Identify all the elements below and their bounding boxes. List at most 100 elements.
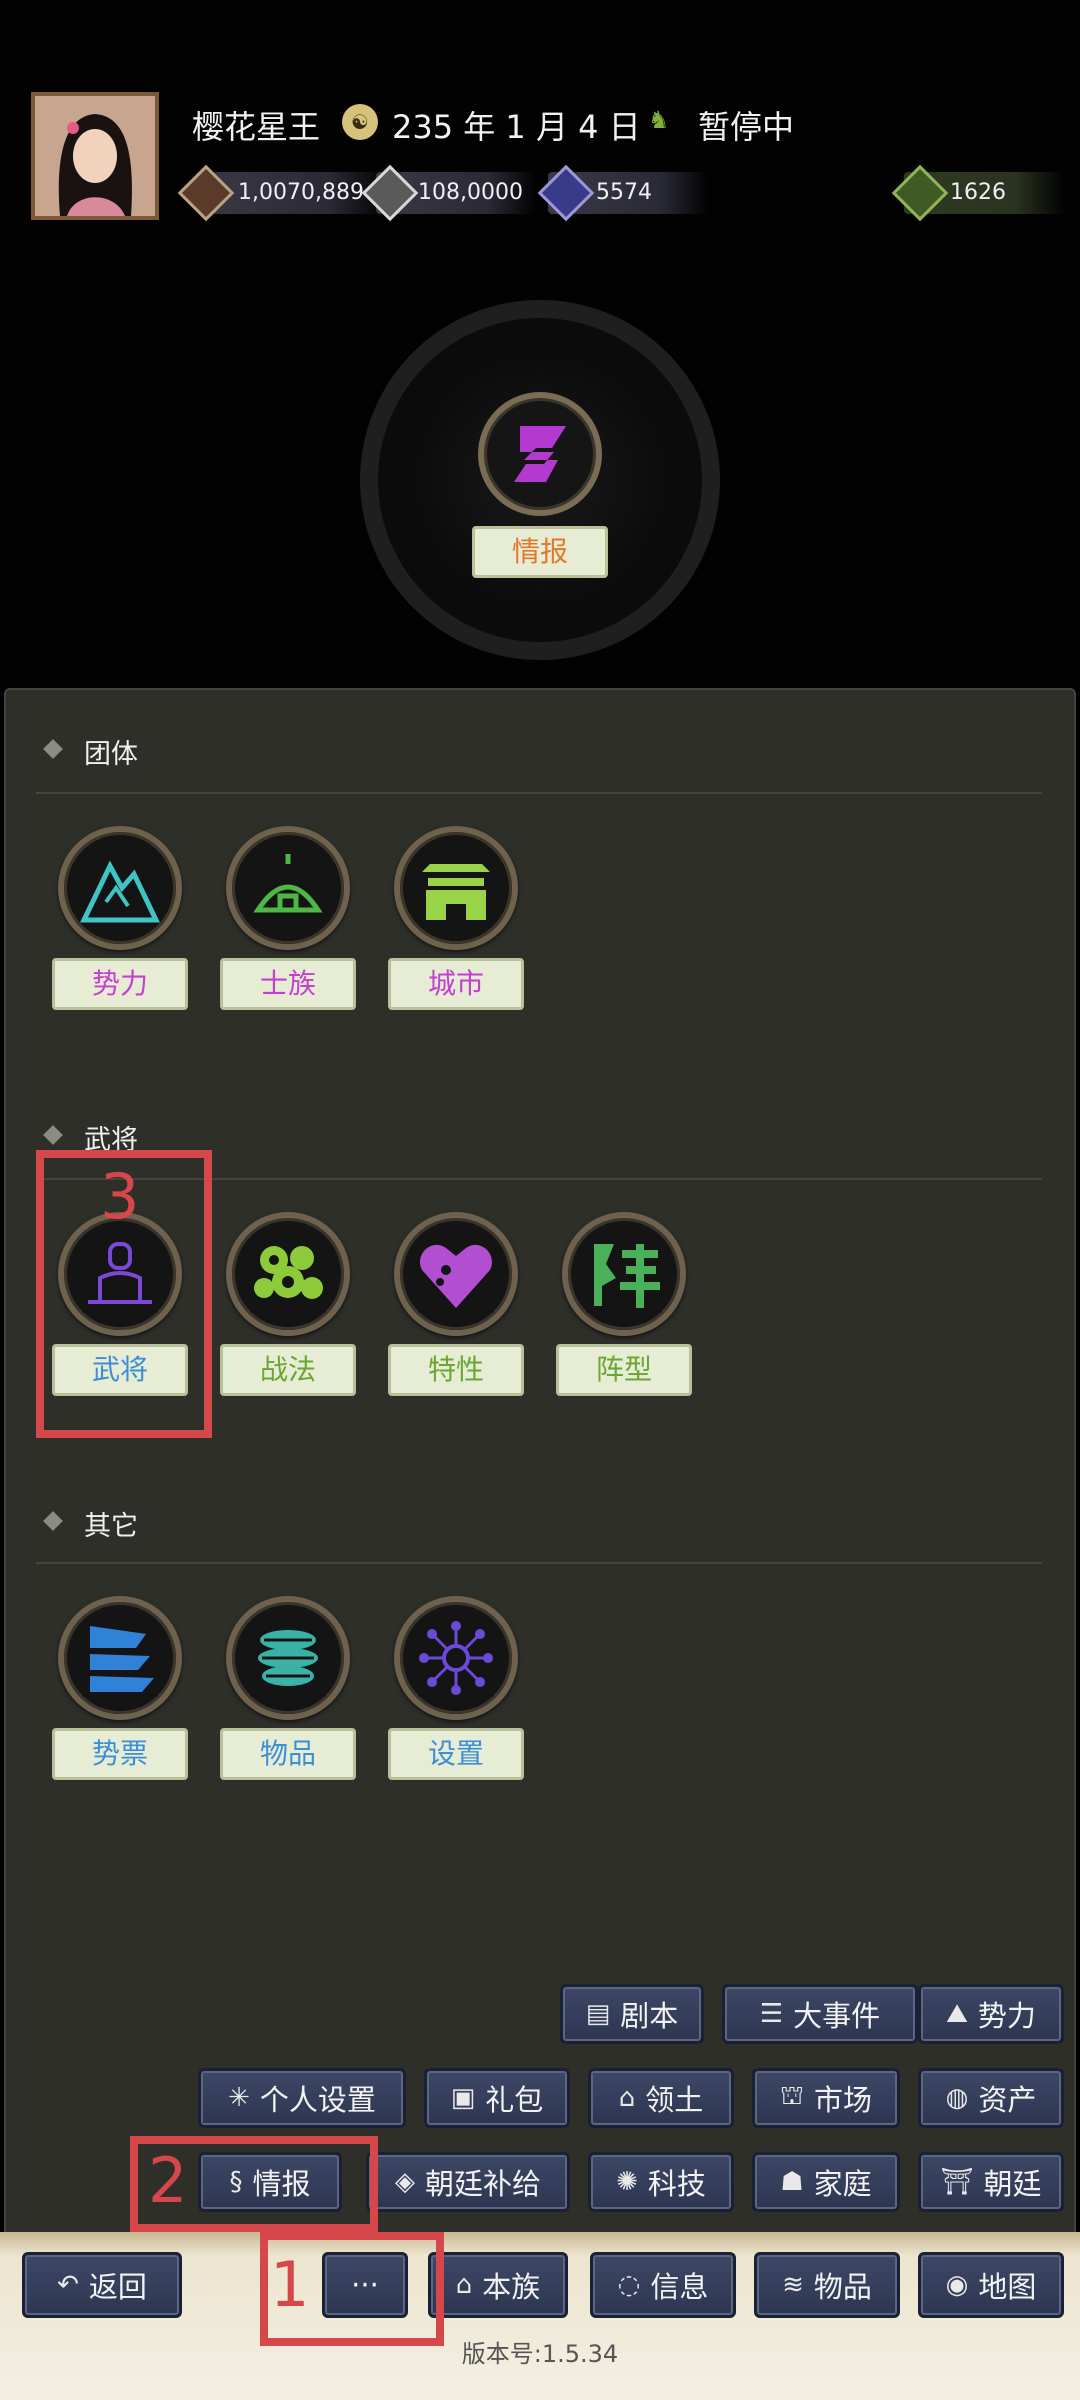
faction-label[interactable]: 势力 (52, 958, 188, 1010)
formation-orb[interactable] (562, 1212, 686, 1336)
annotation-number-3: 3 (100, 1160, 140, 1233)
section-divider (36, 1562, 1042, 1564)
family-button[interactable]: ☗ 家庭 (752, 2152, 900, 2212)
family-button-label: 家庭 (813, 2167, 872, 2201)
back-button-label: 返回 (88, 2270, 147, 2304)
people-icon: ☗ (780, 2167, 804, 2197)
mountain-icon (80, 860, 160, 923)
mountain-icon: ⛰ (946, 1998, 968, 2029)
technology-button[interactable]: ✺ 科技 (588, 2152, 734, 2212)
player-avatar[interactable] (31, 92, 159, 220)
assets-button-label: 资产 (978, 2083, 1037, 2117)
back-button[interactable]: ↶ 返回 (22, 2252, 182, 2318)
bubbles-icon (254, 1246, 323, 1299)
personal-settings-button[interactable]: ✳ 个人设置 (198, 2068, 406, 2128)
intel-s-icon (514, 426, 566, 482)
court-building-icon: ⛩ (940, 2167, 974, 2197)
tactics-label[interactable]: 战法 (220, 1344, 356, 1396)
assets-button[interactable]: ◍ 资产 (918, 2068, 1064, 2128)
book-icon: ▤ (585, 1999, 611, 2029)
network-icon (419, 1621, 493, 1695)
settings-orb[interactable] (394, 1596, 518, 1720)
items-orb[interactable] (226, 1596, 350, 1720)
clan-button[interactable]: ⌂ 本族 (428, 2252, 568, 2318)
map-button[interactable]: ◉ 地图 (918, 2252, 1064, 2318)
palace-icon: ⌂ (618, 2083, 636, 2113)
info-button[interactable]: ◌ 信息 (590, 2252, 736, 2318)
tent-icon: ⌂ (455, 2270, 473, 2300)
faction-button-label: 势力 (977, 1999, 1036, 2033)
court-supply-button[interactable]: ◈ 朝廷补给 (366, 2152, 570, 2212)
formation-glyph-icon (594, 1244, 660, 1308)
food-amount: 108,0000 (418, 180, 523, 205)
faction-button[interactable]: ⛰ 势力 (918, 1984, 1064, 2044)
market-button-label: 市场 (813, 2083, 872, 2117)
scroll-bundle-icon: ≋ (782, 2270, 804, 2300)
major-events-button[interactable]: ☰ 大事件 (722, 1984, 918, 2044)
scroll-bundle-icon (258, 1630, 318, 1686)
atom-icon: ✺ (616, 2167, 638, 2197)
globe-icon: ◉ (945, 2270, 969, 2300)
version-label: 版本号:1.5.34 (461, 2340, 619, 2368)
tent-icon (253, 854, 323, 913)
settings-label[interactable]: 设置 (388, 1728, 524, 1780)
back-arrow-icon: ↶ (57, 2270, 79, 2300)
clan-orb[interactable] (226, 826, 350, 950)
city-label[interactable]: 城市 (388, 958, 524, 1010)
territory-button[interactable]: ⌂ 领土 (588, 2068, 734, 2128)
annotation-number-2: 2 (148, 2144, 188, 2217)
market-button[interactable]: ⛫ 市场 (752, 2068, 900, 2128)
potion-amount: 1626 (950, 180, 1006, 205)
portrait-image (35, 96, 155, 216)
stall-icon: ⛫ (780, 2081, 804, 2111)
network-icon: ✳ (228, 2083, 250, 2113)
game-status[interactable]: 暂停中 (698, 102, 794, 148)
troops-amount: 5574 (596, 180, 652, 205)
court-supply-button-label: 朝廷补给 (424, 2167, 541, 2201)
personal-settings-button-label: 个人设置 (259, 2083, 376, 2117)
annotation-number-1: 1 (270, 2248, 310, 2321)
city-orb[interactable] (394, 826, 518, 950)
traits-label[interactable]: 特性 (388, 1344, 524, 1396)
city-gate-icon (422, 864, 490, 920)
section-divider (36, 792, 1042, 794)
box-icon: ◈ (394, 2167, 415, 2197)
clan-button-label: 本族 (482, 2270, 541, 2304)
tickets-orb[interactable] (58, 1596, 182, 1720)
formation-label[interactable]: 阵型 (556, 1344, 692, 1396)
items-nav-button-label: 物品 (813, 2270, 872, 2304)
list-icon: ☰ (759, 1999, 784, 2029)
gift-icon: ▣ (450, 2083, 476, 2113)
faction-orb[interactable] (58, 826, 182, 950)
imperial-court-button[interactable]: ⛩ 朝廷 (918, 2152, 1064, 2212)
chat-bubble-icon: ◌ (617, 2270, 641, 2300)
section-title-other: 其它 (84, 1511, 138, 1542)
horse-icon: ♞ (648, 106, 670, 134)
imperial-court-button-label: 朝廷 (983, 2167, 1042, 2201)
calendar-seal-icon: ☯ (342, 104, 378, 140)
gold-amount: 1,0070,889 (238, 180, 364, 205)
section-title-group: 团体 (84, 739, 138, 770)
gift-pack-button-label: 礼包 (485, 2083, 544, 2117)
items-label[interactable]: 物品 (220, 1728, 356, 1780)
scenario-button-label: 剧本 (620, 1999, 679, 2033)
tickets-label[interactable]: 势票 (52, 1728, 188, 1780)
major-events-button-label: 大事件 (793, 1999, 881, 2033)
tactics-orb[interactable] (226, 1212, 350, 1336)
piggy-bank-icon: ◍ (945, 2083, 969, 2113)
map-button-label: 地图 (978, 2270, 1037, 2304)
territory-button-label: 领土 (645, 2083, 704, 2117)
intel-orb[interactable] (478, 392, 602, 516)
items-nav-button[interactable]: ≋ 物品 (754, 2252, 900, 2318)
sail-icon (90, 1626, 154, 1692)
heart-icon (420, 1244, 492, 1308)
technology-button-label: 科技 (647, 2167, 706, 2201)
info-button-label: 信息 (650, 2270, 709, 2304)
player-name: 樱花星王 (192, 108, 321, 146)
traits-orb[interactable] (394, 1212, 518, 1336)
scenario-button[interactable]: ▤ 剧本 (560, 1984, 704, 2044)
clan-label[interactable]: 士族 (220, 958, 356, 1010)
game-date: 235 年 1 月 4 日 (392, 108, 641, 146)
gift-pack-button[interactable]: ▣ 礼包 (424, 2068, 570, 2128)
intel-title-label: 情报 (472, 526, 608, 578)
